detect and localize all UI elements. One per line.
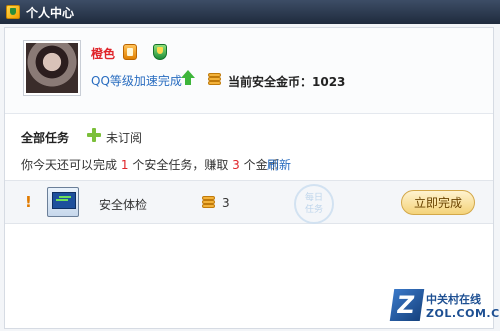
complete-now-button[interactable]: 立即完成	[401, 190, 475, 215]
system-check-monitor-icon	[47, 187, 79, 217]
refresh-link[interactable]: 刷新	[267, 156, 291, 173]
personal-center-panel: 橙色 QQ等级加速完成 当前安全金币：1023 全部任务 未订阅 你今天还可以完…	[4, 27, 494, 329]
daily-task-stamp: 每日 任务	[294, 184, 334, 224]
vip-badge-icon[interactable]	[123, 44, 137, 60]
shield-app-icon	[6, 5, 20, 19]
plus-icon[interactable]	[87, 128, 101, 142]
profile-section: 橙色 QQ等级加速完成 当前安全金币：1023	[5, 28, 493, 114]
zol-watermark: 中关村在线 ZOL.COM.CN	[389, 289, 500, 327]
watermark-name: 中关村在线	[426, 293, 481, 306]
coin-stack-icon	[208, 73, 222, 87]
alert-mark-icon: !	[25, 193, 32, 211]
zol-logo-icon	[389, 289, 425, 321]
task-row: ! 安全体检 3 每日 任务 立即完成	[5, 180, 493, 224]
arrow-up-icon	[181, 70, 195, 86]
title-bar: 个人中心	[0, 0, 500, 24]
task-name: 安全体检	[99, 198, 148, 212]
qq-level-speedup-link[interactable]: QQ等级加速完成	[91, 72, 182, 89]
task-summary: 你今天还可以完成 1 个安全任务，赚取 3 个金币	[21, 158, 280, 172]
nickname[interactable]: 橙色	[91, 45, 115, 62]
window-title: 个人中心	[26, 5, 75, 20]
avatar[interactable]	[23, 40, 81, 96]
security-shield-icon[interactable]	[153, 44, 167, 60]
subscribe-link[interactable]: 未订阅	[106, 129, 142, 146]
security-coins-total: 当前安全金币：1023	[228, 75, 346, 89]
coin-stack-icon	[202, 196, 216, 210]
task-reward: 3	[222, 196, 230, 210]
watermark-url: ZOL.COM.CN	[426, 307, 500, 320]
all-tasks-heading: 全部任务	[21, 131, 70, 145]
